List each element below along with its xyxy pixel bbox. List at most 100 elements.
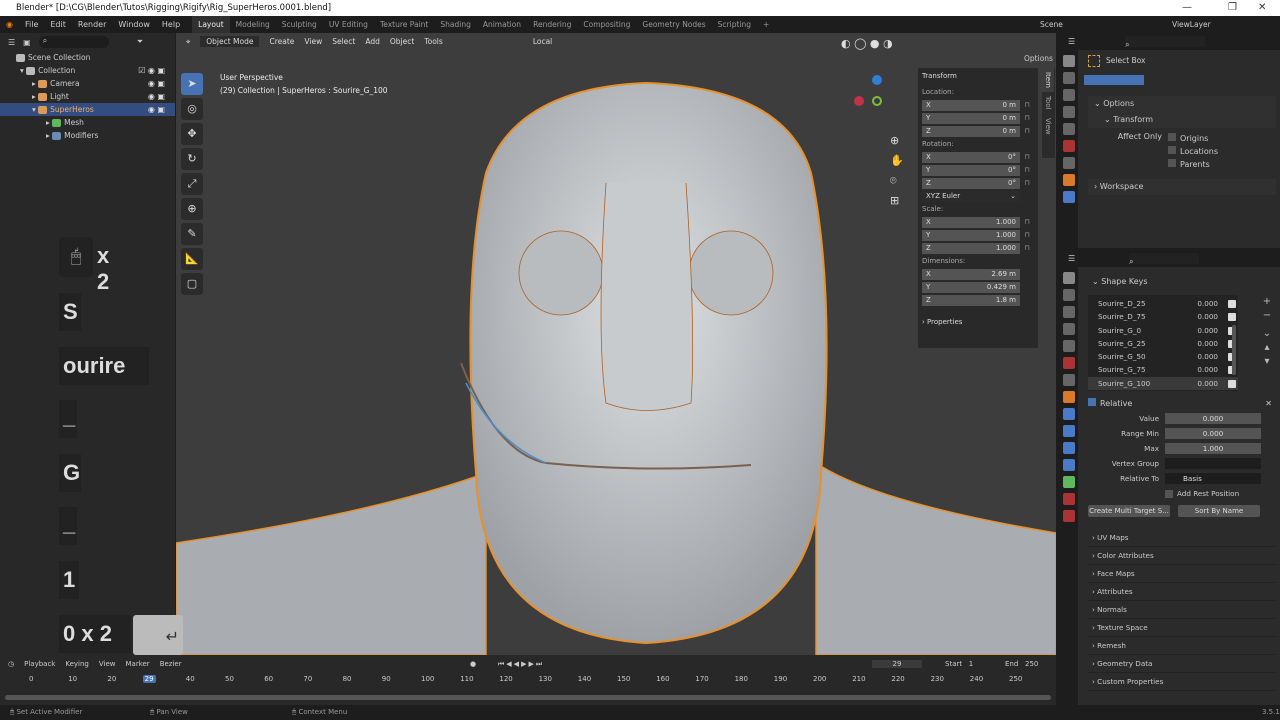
modifier-tab-icon[interactable] xyxy=(1063,408,1075,420)
menu-object[interactable]: Object xyxy=(390,37,414,46)
rotation-mode-select[interactable]: XYZ Euler ⌄ xyxy=(922,190,1034,202)
outliner-search-input[interactable]: ⌕ xyxy=(38,36,109,48)
menu-create[interactable]: Create xyxy=(269,37,294,46)
outliner-collection[interactable]: ▾ Collection ☑ ◉ ▣ xyxy=(0,64,175,77)
shape-key-mute-checkbox[interactable] xyxy=(1228,313,1236,322)
visibility-icons[interactable]: ◉ ▣ xyxy=(148,77,165,90)
shape-key-name[interactable]: Sourire_D_25 xyxy=(1098,297,1183,310)
menu-edit[interactable]: Edit xyxy=(44,20,72,29)
shading-modes-icon[interactable]: ◐ ◯ ● ◑ xyxy=(841,37,893,50)
visibility-icons[interactable]: ◉ ▣ xyxy=(148,103,165,116)
shape-key-row[interactable]: Sourire_G_25 0.000 xyxy=(1088,337,1238,350)
shape-key-value[interactable]: 0.000 xyxy=(1183,350,1218,363)
scene-selector[interactable]: Scene xyxy=(1040,16,1063,33)
world-tab-icon[interactable] xyxy=(1063,357,1075,369)
interpolation-select[interactable]: Bezier xyxy=(160,660,182,668)
measure-tool[interactable]: 📐 xyxy=(181,248,203,270)
shape-key-name[interactable]: Sourire_G_50 xyxy=(1098,350,1183,363)
shape-key-value[interactable]: 0.000 xyxy=(1183,337,1218,350)
output-tab-icon[interactable] xyxy=(1063,306,1075,318)
properties-search-input[interactable]: ⌕ xyxy=(1129,253,1200,266)
value-field[interactable]: Value 0.000 xyxy=(1088,411,1276,426)
panel-attributes[interactable]: › Attributes xyxy=(1088,583,1276,601)
material-tab-icon[interactable] xyxy=(1063,493,1075,505)
close-button[interactable]: ✕ xyxy=(1258,0,1266,16)
editor-type-icon[interactable]: ☰ xyxy=(1068,37,1075,46)
tab-texture-paint[interactable]: Texture Paint xyxy=(374,16,434,33)
outliner-camera[interactable]: ▸ Camera ◉ ▣ xyxy=(0,77,175,90)
move-up-button[interactable]: ▴ xyxy=(1260,341,1274,355)
tab-layout[interactable]: Layout xyxy=(192,16,230,33)
lock-icon[interactable]: ⊓ xyxy=(1020,231,1034,239)
rotation-x[interactable]: X 0° ⊓ xyxy=(922,151,1034,163)
shape-key-name[interactable]: Sourire_D_75 xyxy=(1098,310,1183,323)
tab-modeling[interactable]: Modeling xyxy=(230,16,276,33)
output-tab-icon[interactable] xyxy=(1063,89,1075,101)
range-min-field[interactable]: Range Min 0.000 xyxy=(1088,426,1276,441)
add-cube-tool[interactable]: ▢ xyxy=(181,273,203,295)
menu-select[interactable]: Select xyxy=(332,37,355,46)
menu-add[interactable]: Add xyxy=(365,37,380,46)
panel-normals[interactable]: › Normals xyxy=(1088,601,1276,619)
clear-x-icon[interactable]: ✕ xyxy=(1265,397,1272,411)
tab-geometry-nodes[interactable]: Geometry Nodes xyxy=(636,16,711,33)
active-tool[interactable]: Select Box xyxy=(1088,55,1145,67)
menu-keying[interactable]: Keying xyxy=(65,660,89,668)
scale-tool[interactable]: ⤢ xyxy=(181,173,203,195)
menu-marker[interactable]: Marker xyxy=(125,660,149,668)
select-box-tool[interactable]: ➤ xyxy=(181,73,203,95)
properties-panel-header[interactable]: › Properties xyxy=(922,318,1034,326)
shape-keys-list[interactable]: Sourire_D_25 0.000 Sourire_D_75 0.000 Sourir… xyxy=(1088,295,1238,391)
record-button[interactable]: ● xyxy=(470,660,476,668)
axis-x-icon[interactable] xyxy=(854,96,864,106)
panel-remesh[interactable]: › Remesh xyxy=(1088,637,1276,655)
tab-rendering[interactable]: Rendering xyxy=(527,16,577,33)
menu-view[interactable]: View xyxy=(304,37,322,46)
visibility-icons[interactable]: ◉ ▣ xyxy=(148,90,165,103)
modifier-tab-icon[interactable] xyxy=(1063,191,1075,203)
outliner-superheros[interactable]: ▾ SuperHeros ◉ ▣ xyxy=(0,103,175,116)
frame-ruler[interactable]: 0 10 20 29 40 50 60 70 80 90 100 110 120 130 140 150 160… xyxy=(0,673,1056,687)
shape-key-mute-checkbox[interactable] xyxy=(1228,379,1236,388)
panel-custom-properties[interactable]: › Custom Properties xyxy=(1088,673,1276,691)
tab-scripting[interactable]: Scripting xyxy=(712,16,757,33)
display-mode-icon[interactable]: ▣ xyxy=(23,38,31,47)
move-tool[interactable]: ✥ xyxy=(181,123,203,145)
rotation-z[interactable]: Z 0° ⊓ xyxy=(922,177,1034,189)
shape-key-row[interactable]: Sourire_D_75 0.000 xyxy=(1088,310,1238,323)
menu-window[interactable]: Window xyxy=(112,20,156,29)
origins-checkbox[interactable]: Origins xyxy=(1168,132,1218,145)
shape-key-row[interactable]: Sourire_D_25 0.000 xyxy=(1088,297,1238,310)
outliner-modifiers[interactable]: ▸ Modifiers xyxy=(0,129,175,142)
options-button[interactable]: Options xyxy=(1024,54,1053,63)
lock-icon[interactable]: ⊓ xyxy=(1020,218,1034,226)
editor-type-icon[interactable]: ☰ xyxy=(1068,254,1075,263)
menu-tools[interactable]: Tools xyxy=(424,37,442,46)
panel-face-maps[interactable]: › Face Maps xyxy=(1088,565,1276,583)
rotation-y[interactable]: Y 0° ⊓ xyxy=(922,164,1034,176)
dimensions-x[interactable]: X 2.69 m xyxy=(922,268,1034,280)
lock-icon[interactable]: ⊓ xyxy=(1020,153,1034,161)
editor-type-icon[interactable]: ☰ xyxy=(8,38,15,47)
menu-render[interactable]: Render xyxy=(72,20,112,29)
outliner-mesh[interactable]: ▸ Mesh xyxy=(0,116,175,129)
maximize-button[interactable]: ❐ xyxy=(1228,0,1237,16)
shape-key-name[interactable]: Sourire_G_25 xyxy=(1098,337,1183,350)
tab-item[interactable]: Item xyxy=(1042,68,1054,92)
transform-tool[interactable]: ⊕ xyxy=(181,198,203,220)
lock-icon[interactable]: ⊓ xyxy=(1020,127,1034,135)
specials-menu-button[interactable]: ⌄ xyxy=(1260,327,1274,341)
shape-key-name[interactable]: Sourire_G_75 xyxy=(1098,363,1183,376)
tab-uv-editing[interactable]: UV Editing xyxy=(323,16,374,33)
outliner-scene-collection[interactable]: Scene Collection xyxy=(0,51,175,64)
object-tab-icon[interactable] xyxy=(1063,391,1075,403)
tool-tab-icon[interactable] xyxy=(1063,55,1075,67)
editor-type-icon[interactable]: ⌖ xyxy=(186,37,190,47)
shape-key-row[interactable]: Sourire_G_50 0.000 xyxy=(1088,350,1238,363)
mode-selector[interactable]: Object Mode xyxy=(200,36,260,47)
collection-tab-icon[interactable] xyxy=(1063,374,1075,386)
mesh-data-tab-icon[interactable] xyxy=(1063,476,1075,488)
shape-key-mute-checkbox[interactable] xyxy=(1228,300,1236,308)
shape-key-row[interactable]: Sourire_G_0 0.000 xyxy=(1088,324,1238,337)
selection-mode-buttons[interactable] xyxy=(1084,75,1144,85)
